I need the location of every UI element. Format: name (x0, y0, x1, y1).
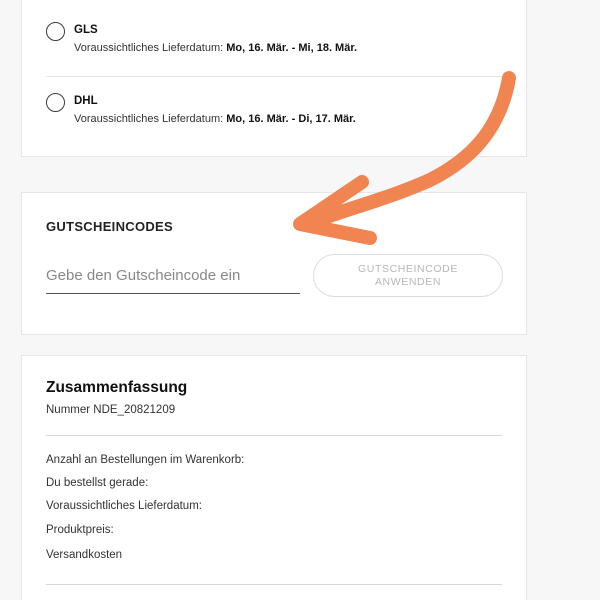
coupon-code-input[interactable] (46, 258, 300, 294)
summary-line-shipping-cost: Versandkosten (46, 549, 123, 561)
apply-coupon-label: GUTSCHEINCODE ANWENDEN (358, 263, 458, 289)
radio-dhl[interactable] (46, 93, 65, 112)
summary-line-ordering: Du bestellst gerade: (46, 477, 149, 489)
divider (46, 584, 502, 585)
carrier-name: DHL (74, 95, 98, 107)
order-summary-card: Zusammenfassung Nummer NDE_20821209 Anza… (21, 355, 527, 600)
divider (46, 76, 502, 77)
divider (46, 435, 502, 436)
shipping-options-card: GLS Voraussichtliches Lieferdatum: Mo, 1… (21, 0, 527, 157)
delivery-estimate: Voraussichtliches Lieferdatum: Mo, 16. M… (74, 113, 356, 125)
carrier-name: GLS (74, 24, 98, 36)
coupon-card: GUTSCHEINCODES GUTSCHEINCODEANWENDEN (21, 192, 527, 335)
summary-line-product-price: Produktpreis: (46, 524, 114, 536)
delivery-estimate-value: Mo, 16. Mär. - Di, 17. Mär. (226, 113, 356, 125)
coupon-title: GUTSCHEINCODES (46, 219, 173, 234)
delivery-estimate-label: Voraussichtliches Lieferdatum: (74, 42, 224, 54)
delivery-estimate: Voraussichtliches Lieferdatum: Mo, 16. M… (74, 42, 357, 54)
summary-line-delivery-date: Voraussichtliches Lieferdatum: (46, 500, 202, 512)
radio-gls[interactable] (46, 22, 65, 41)
delivery-estimate-value: Mo, 16. Mär. - Mi, 18. Mär. (226, 42, 358, 54)
delivery-estimate-label: Voraussichtliches Lieferdatum: (74, 113, 224, 125)
apply-coupon-button[interactable]: GUTSCHEINCODE ANWENDEN (313, 254, 503, 297)
summary-line-cart-count: Anzahl an Bestellungen im Warenkorb: (46, 454, 245, 466)
order-number: Nummer NDE_20821209 (46, 404, 176, 416)
apply-coupon-label-line1: GUTSCHEINCODE (358, 262, 458, 275)
apply-coupon-label-line2: ANWENDEN (374, 275, 442, 288)
summary-title: Zusammenfassung (46, 379, 188, 396)
